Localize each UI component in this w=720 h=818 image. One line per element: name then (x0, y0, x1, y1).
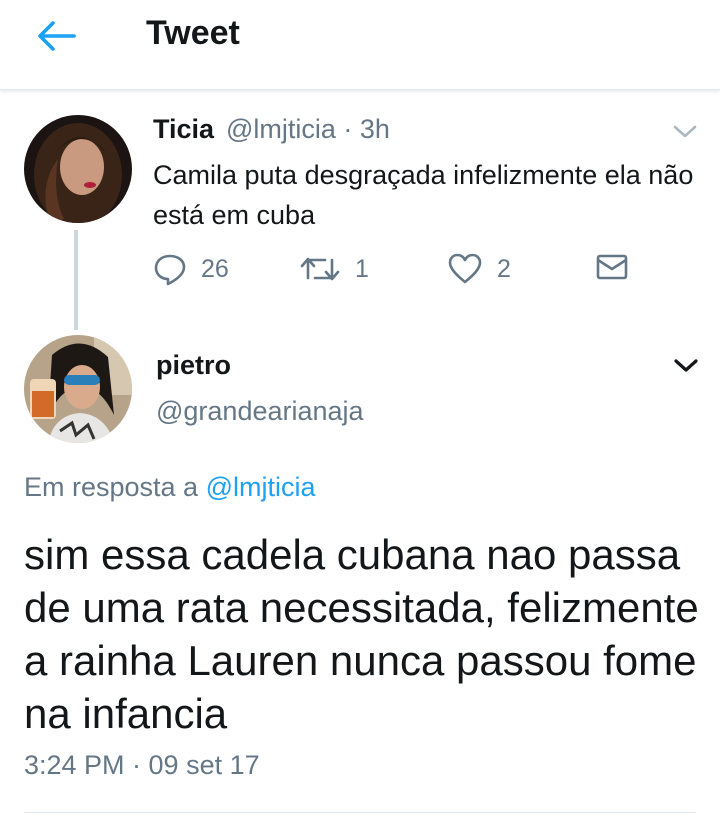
reply-to-link[interactable]: @lmjticia (206, 472, 316, 502)
reply-icon (154, 254, 186, 286)
arrow-left-icon (38, 21, 76, 51)
ticia-name[interactable]: Ticia (153, 114, 214, 145)
like-count: 2 (497, 254, 511, 283)
reply-prefix: Em resposta a (24, 472, 199, 502)
reply-context: Em resposta a @lmjticia (24, 472, 316, 503)
reply-button[interactable]: 26 (153, 252, 229, 286)
pietro-avatar[interactable] (24, 335, 132, 443)
page-title: Tweet (146, 14, 240, 52)
reply-count: 26 (201, 254, 229, 283)
retweet-icon (300, 257, 340, 281)
pietro-handle[interactable]: @grandearianaja (156, 396, 364, 427)
retweet-count: 1 (355, 254, 369, 283)
ticia-tweet-text: Camila puta desgraçada infelizmente ela … (153, 160, 694, 230)
chevron-down-icon[interactable] (670, 122, 700, 142)
retweet-button[interactable]: 1 (299, 252, 369, 286)
pietro-name[interactable]: pietro (156, 350, 231, 381)
envelope-icon (596, 254, 628, 280)
ticia-avatar[interactable] (24, 115, 132, 223)
like-button[interactable]: 2 (447, 252, 511, 286)
thread-connector (74, 230, 78, 330)
divider (24, 812, 696, 813)
tweet-timestamp[interactable]: 3:24 PM · 09 set 17 (24, 750, 260, 781)
chevron-down-icon[interactable] (672, 356, 700, 376)
back-button[interactable] (34, 18, 80, 54)
heart-icon (448, 253, 482, 284)
ticia-meta: @lmjticia · 3h (226, 114, 390, 144)
main-tweet-text: sim essa cadela cubana nao passa de uma … (24, 531, 699, 737)
direct-message-button[interactable] (595, 252, 629, 282)
app-header: Tweet (0, 0, 720, 90)
